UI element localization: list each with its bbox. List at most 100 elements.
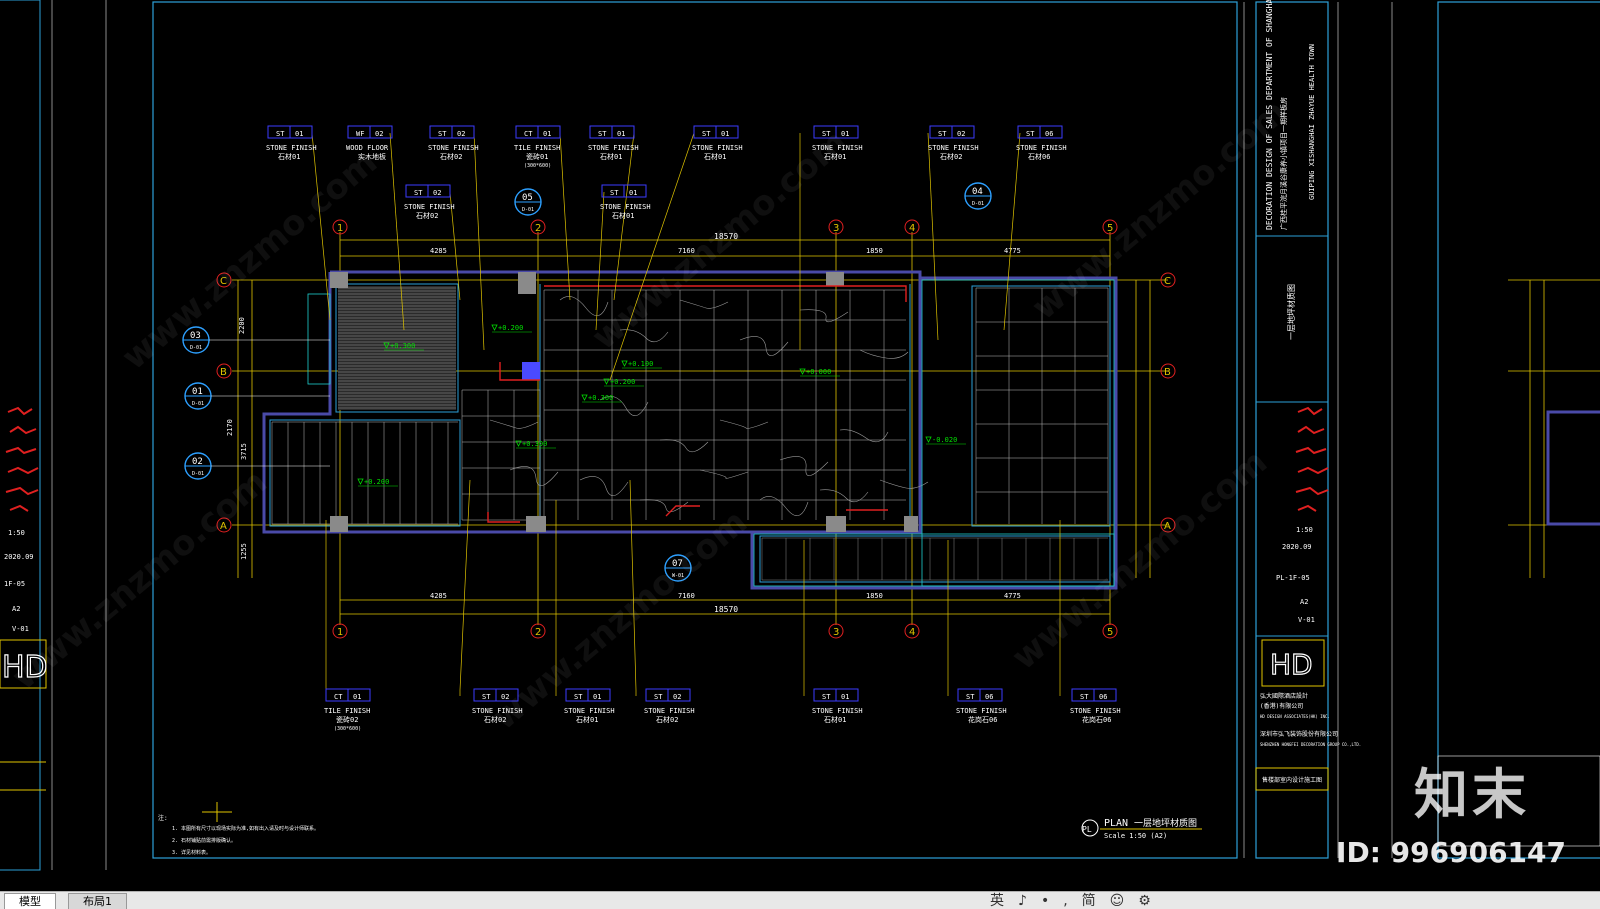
svg-text:07: 07	[672, 559, 683, 569]
ime-toolbar: 英♪•,简☺⚙	[990, 892, 1165, 909]
dim-top-3: 1850	[866, 247, 883, 255]
notes-title: 注:	[158, 814, 168, 822]
svg-text:01: 01	[192, 387, 203, 397]
plan-title-cn: 一层地坪材质图	[1134, 817, 1197, 829]
dim-left-1: 2200	[238, 317, 246, 334]
svg-text:+0.000: +0.000	[806, 368, 831, 376]
svg-text:01: 01	[353, 693, 361, 701]
project-name-cn: 广西桂平浣月溪谷康养小镇项目一期样板房	[1279, 97, 1288, 230]
svg-text:D-01: D-01	[190, 345, 202, 351]
svg-text:1: 1	[337, 223, 343, 234]
left-sheet-no: 1F-05	[4, 580, 25, 588]
footer-cn: 售楼部室内设计施工图	[1262, 776, 1322, 784]
tab-layout1[interactable]: 布局1	[68, 893, 127, 909]
floor-plan-drawing[interactable]: HD 1:50 2020.09 1F-05 A2 V-01 1 2 3 4 5 …	[0, 0, 1600, 891]
svg-text:+0.200: +0.200	[364, 478, 389, 486]
svg-text:ST: ST	[482, 693, 491, 701]
svg-text:石材01: 石材01	[278, 152, 300, 161]
dim-bottom-4: 4775	[1004, 592, 1021, 600]
material-tag-bottom-1: CT 01 TILE FINISH瓷砖02 (300*600)	[324, 688, 371, 732]
plan-label: PLAN	[1104, 818, 1128, 829]
ime-settings-icon[interactable]: ⚙	[1138, 893, 1165, 909]
svg-text:STONE FINISH: STONE FINISH	[644, 707, 695, 715]
layout-tab-bar: 模型 布局1 英♪•,简☺⚙	[0, 891, 1600, 909]
grid-col-5-bottom: 5	[1102, 623, 1118, 639]
material-tag-top-6: ST 01 STONE FINISH石材01	[692, 125, 743, 161]
material-tag-top-4: CT 01 TILE FINISH瓷砖01 (300*600)	[514, 125, 561, 169]
svg-text:石材02: 石材02	[940, 152, 962, 161]
material-tag-top-9: ST 06 STONE FINISH石材06	[1016, 125, 1067, 161]
brand-logo: 知末	[1414, 763, 1530, 826]
cad-model-space[interactable]: HD 1:50 2020.09 1F-05 A2 V-01 1 2 3 4 5 …	[0, 0, 1600, 891]
left-size: A2	[12, 605, 20, 613]
ime-sound-icon[interactable]: ♪	[1018, 893, 1041, 909]
plan-badge: PL	[1082, 825, 1092, 834]
level-mark-4: +0.200	[603, 378, 644, 387]
svg-text:(300*600): (300*600)	[524, 163, 551, 169]
level-mark-3: +0.100	[621, 360, 662, 369]
svg-text:ST: ST	[438, 130, 447, 138]
material-tag-mid-2: ST 01 STONE FINISH石材01	[600, 184, 651, 220]
svg-text:4: 4	[909, 627, 915, 638]
ime-simplified-toggle[interactable]: 简	[1082, 893, 1110, 909]
svg-text:ST: ST	[1080, 693, 1089, 701]
level-mark-8: +0.200	[357, 478, 398, 487]
grid-col-4: 4	[904, 219, 920, 235]
tab-model[interactable]: 模型	[4, 893, 56, 909]
svg-text:STONE FINISH: STONE FINISH	[928, 144, 979, 152]
svg-text:(300*600): (300*600)	[334, 726, 361, 732]
svg-text:STONE FINISH: STONE FINISH	[600, 203, 651, 211]
company2-cn: 深圳市弘飞装饰股份有限公司	[1260, 730, 1338, 738]
overall-dim-bottom: 18570	[714, 605, 738, 614]
section-marker-05: 05 D-01	[514, 188, 542, 216]
note-2: 2. 石材铺贴前需排版确认。	[172, 837, 236, 844]
svg-text:1: 1	[337, 627, 343, 638]
svg-text:STONE FINISH: STONE FINISH	[564, 707, 615, 715]
material-tag-bottom-4: ST 02 STONE FINISH石材02	[644, 688, 695, 724]
svg-text:06: 06	[1045, 130, 1053, 138]
dim-top-4: 4775	[1004, 247, 1021, 255]
material-tags-top: ST 01STONE FINISH石材01WF 02WOOD FLOOR实木地板ST…	[266, 125, 1067, 169]
material-tag-top-7: ST 01 STONE FINISH石材01	[812, 125, 863, 161]
svg-text:+0.200: +0.200	[610, 378, 635, 386]
left-version: V-01	[12, 625, 29, 633]
svg-text:CT: CT	[334, 693, 343, 701]
section-marker-04: 04 D-01	[964, 182, 992, 210]
svg-text:TILE FINISH: TILE FINISH	[324, 707, 370, 715]
svg-text:WF: WF	[356, 130, 364, 138]
svg-text:石材02: 石材02	[656, 715, 678, 724]
level-mark-5: +0.300	[581, 394, 622, 403]
svg-text:A: A	[1164, 521, 1171, 532]
note-3: 3. 详见材料表。	[172, 849, 211, 856]
svg-text:W-01: W-01	[672, 573, 684, 579]
dim-top-2: 7160	[678, 247, 695, 255]
ime-language-toggle[interactable]: 英	[990, 893, 1018, 909]
svg-text:06: 06	[1099, 693, 1107, 701]
svg-text:石材02: 石材02	[440, 152, 462, 161]
svg-text:ST: ST	[702, 130, 711, 138]
material-tags-bottom: CT 01 TILE FINISH瓷砖02 (300*600) ST 02 STONE FI…	[324, 688, 1121, 732]
svg-text:02: 02	[192, 457, 203, 467]
material-tag-bottom-5: ST 01 STONE FINISH石材01	[812, 688, 863, 724]
svg-text:D-01: D-01	[972, 201, 984, 207]
svg-text:石材02: 石材02	[484, 715, 506, 724]
section-marker-07: 07 W-01	[664, 554, 692, 582]
right-sheet-fragment	[1437, 1, 1600, 859]
ime-punct-icon[interactable]: •,	[1041, 893, 1082, 909]
svg-text:ST: ST	[598, 130, 607, 138]
left-scale: 1:50	[8, 529, 25, 537]
svg-text:+0.300: +0.300	[522, 440, 547, 448]
grid-col-5: 5	[1102, 219, 1118, 235]
grid-row-a-right: A	[1160, 517, 1176, 533]
svg-text:实木地板: 实木地板	[358, 152, 386, 161]
material-tag-bottom-3: ST 01 STONE FINISH石材01	[564, 688, 615, 724]
svg-text:ST: ST	[938, 130, 947, 138]
svg-text:ST: ST	[822, 693, 831, 701]
material-tag-bottom-6: ST 06 STONE FINISH花岗石06	[956, 688, 1007, 724]
svg-text:瓷砖02: 瓷砖02	[336, 715, 358, 724]
sheet-title-cn: 一层地坪材质图	[1286, 284, 1296, 340]
svg-text:03: 03	[190, 331, 201, 341]
overall-dim-top: 18570	[714, 232, 738, 241]
svg-text:ST: ST	[966, 693, 975, 701]
ime-emoji-icon[interactable]: ☺	[1110, 893, 1139, 909]
